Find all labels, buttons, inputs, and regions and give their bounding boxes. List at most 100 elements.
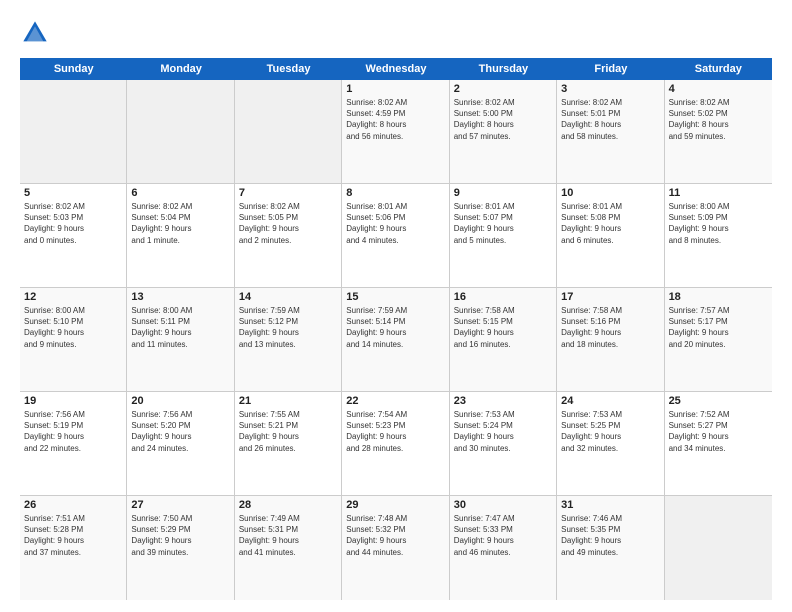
day-number: 28: [239, 499, 337, 511]
day-number: 10: [561, 187, 659, 199]
day-number: 24: [561, 395, 659, 407]
day-number: 11: [669, 187, 768, 199]
weekday-header-friday: Friday: [557, 58, 664, 80]
day-details: Sunrise: 7:56 AM Sunset: 5:20 PM Dayligh…: [131, 409, 229, 454]
day-details: Sunrise: 7:48 AM Sunset: 5:32 PM Dayligh…: [346, 513, 444, 558]
weekday-header-tuesday: Tuesday: [235, 58, 342, 80]
day-details: Sunrise: 8:01 AM Sunset: 5:08 PM Dayligh…: [561, 201, 659, 246]
day-cell-8: 8Sunrise: 8:01 AM Sunset: 5:06 PM Daylig…: [342, 184, 449, 287]
day-cell-25: 25Sunrise: 7:52 AM Sunset: 5:27 PM Dayli…: [665, 392, 772, 495]
day-details: Sunrise: 7:51 AM Sunset: 5:28 PM Dayligh…: [24, 513, 122, 558]
day-cell-22: 22Sunrise: 7:54 AM Sunset: 5:23 PM Dayli…: [342, 392, 449, 495]
empty-cell: [127, 80, 234, 183]
empty-cell: [235, 80, 342, 183]
day-number: 19: [24, 395, 122, 407]
day-cell-1: 1Sunrise: 8:02 AM Sunset: 4:59 PM Daylig…: [342, 80, 449, 183]
calendar-week-2: 5 Sunrise: 8:02 AM Sunset: 5:03 PM Daylig…: [20, 184, 772, 288]
day-cell-16: 16 Sunrise: 7:58 AM Sunset: 5:15 PM Dayli…: [450, 288, 557, 391]
day-details: Sunrise: 8:02 AM Sunset: 5:00 PM Dayligh…: [454, 97, 552, 142]
weekday-header-saturday: Saturday: [665, 58, 772, 80]
day-number: 18: [669, 291, 768, 303]
logo-icon: [20, 18, 50, 48]
empty-cell: [665, 496, 772, 600]
day-details: Sunrise: 7:57 AM Sunset: 5:17 PM Dayligh…: [669, 305, 768, 350]
day-details: Sunrise: 8:02 AM Sunset: 4:59 PM Dayligh…: [346, 97, 444, 142]
day-cell-18: 18 Sunrise: 7:57 AM Sunset: 5:17 PM Dayli…: [665, 288, 772, 391]
header: [20, 18, 772, 48]
day-details: Sunrise: 7:53 AM Sunset: 5:25 PM Dayligh…: [561, 409, 659, 454]
day-number: 31: [561, 499, 659, 511]
day-number: 25: [669, 395, 768, 407]
day-details: Sunrise: 8:00 AM Sunset: 5:10 PM Dayligh…: [24, 305, 122, 350]
calendar-week-1: 1Sunrise: 8:02 AM Sunset: 4:59 PM Daylig…: [20, 80, 772, 184]
day-number: 20: [131, 395, 229, 407]
day-cell-27: 27 Sunrise: 7:50 AM Sunset: 5:29 PM Dayli…: [127, 496, 234, 600]
day-number: 17: [561, 291, 659, 303]
day-cell-30: 30 Sunrise: 7:47 AM Sunset: 5:33 PM Dayli…: [450, 496, 557, 600]
day-details: Sunrise: 8:01 AM Sunset: 5:07 PM Dayligh…: [454, 201, 552, 246]
day-cell-29: 29 Sunrise: 7:48 AM Sunset: 5:32 PM Dayli…: [342, 496, 449, 600]
day-cell-6: 6 Sunrise: 8:02 AM Sunset: 5:04 PM Daylig…: [127, 184, 234, 287]
day-details: Sunrise: 7:50 AM Sunset: 5:29 PM Dayligh…: [131, 513, 229, 558]
day-cell-15: 15Sunrise: 7:59 AM Sunset: 5:14 PM Dayli…: [342, 288, 449, 391]
day-details: Sunrise: 7:59 AM Sunset: 5:12 PM Dayligh…: [239, 305, 337, 350]
day-number: 16: [454, 291, 552, 303]
day-cell-10: 10 Sunrise: 8:01 AM Sunset: 5:08 PM Dayli…: [557, 184, 664, 287]
day-number: 3: [561, 83, 659, 95]
day-number: 13: [131, 291, 229, 303]
day-cell-9: 9 Sunrise: 8:01 AM Sunset: 5:07 PM Daylig…: [450, 184, 557, 287]
day-cell-24: 24 Sunrise: 7:53 AM Sunset: 5:25 PM Dayli…: [557, 392, 664, 495]
day-cell-31: 31 Sunrise: 7:46 AM Sunset: 5:35 PM Dayli…: [557, 496, 664, 600]
day-details: Sunrise: 7:53 AM Sunset: 5:24 PM Dayligh…: [454, 409, 552, 454]
day-cell-7: 7 Sunrise: 8:02 AM Sunset: 5:05 PM Daylig…: [235, 184, 342, 287]
weekday-header-thursday: Thursday: [450, 58, 557, 80]
day-details: Sunrise: 8:00 AM Sunset: 5:09 PM Dayligh…: [669, 201, 768, 246]
day-number: 27: [131, 499, 229, 511]
logo: [20, 18, 54, 48]
day-cell-21: 21 Sunrise: 7:55 AM Sunset: 5:21 PM Dayli…: [235, 392, 342, 495]
day-number: 26: [24, 499, 122, 511]
empty-cell: [20, 80, 127, 183]
day-details: Sunrise: 7:59 AM Sunset: 5:14 PM Dayligh…: [346, 305, 444, 350]
day-number: 7: [239, 187, 337, 199]
day-details: Sunrise: 8:02 AM Sunset: 5:04 PM Dayligh…: [131, 201, 229, 246]
day-number: 8: [346, 187, 444, 199]
day-cell-13: 13 Sunrise: 8:00 AM Sunset: 5:11 PM Dayli…: [127, 288, 234, 391]
calendar-header: SundayMondayTuesdayWednesdayThursdayFrid…: [20, 58, 772, 80]
day-details: Sunrise: 8:00 AM Sunset: 5:11 PM Dayligh…: [131, 305, 229, 350]
day-number: 2: [454, 83, 552, 95]
day-cell-11: 11 Sunrise: 8:00 AM Sunset: 5:09 PM Dayli…: [665, 184, 772, 287]
day-number: 30: [454, 499, 552, 511]
day-details: Sunrise: 7:47 AM Sunset: 5:33 PM Dayligh…: [454, 513, 552, 558]
day-cell-5: 5 Sunrise: 8:02 AM Sunset: 5:03 PM Daylig…: [20, 184, 127, 287]
day-number: 4: [669, 83, 768, 95]
day-cell-26: 26 Sunrise: 7:51 AM Sunset: 5:28 PM Dayli…: [20, 496, 127, 600]
calendar-week-3: 12Sunrise: 8:00 AM Sunset: 5:10 PM Dayli…: [20, 288, 772, 392]
day-number: 6: [131, 187, 229, 199]
day-details: Sunrise: 7:46 AM Sunset: 5:35 PM Dayligh…: [561, 513, 659, 558]
day-cell-23: 23 Sunrise: 7:53 AM Sunset: 5:24 PM Dayli…: [450, 392, 557, 495]
day-details: Sunrise: 8:02 AM Sunset: 5:05 PM Dayligh…: [239, 201, 337, 246]
calendar: SundayMondayTuesdayWednesdayThursdayFrid…: [20, 58, 772, 600]
page: SundayMondayTuesdayWednesdayThursdayFrid…: [0, 0, 792, 612]
day-details: Sunrise: 8:02 AM Sunset: 5:01 PM Dayligh…: [561, 97, 659, 142]
day-number: 9: [454, 187, 552, 199]
day-cell-2: 2 Sunrise: 8:02 AM Sunset: 5:00 PM Daylig…: [450, 80, 557, 183]
day-details: Sunrise: 7:49 AM Sunset: 5:31 PM Dayligh…: [239, 513, 337, 558]
day-details: Sunrise: 8:02 AM Sunset: 5:03 PM Dayligh…: [24, 201, 122, 246]
calendar-week-5: 26 Sunrise: 7:51 AM Sunset: 5:28 PM Dayli…: [20, 496, 772, 600]
weekday-header-wednesday: Wednesday: [342, 58, 449, 80]
day-cell-17: 17Sunrise: 7:58 AM Sunset: 5:16 PM Dayli…: [557, 288, 664, 391]
day-number: 21: [239, 395, 337, 407]
day-details: Sunrise: 7:58 AM Sunset: 5:15 PM Dayligh…: [454, 305, 552, 350]
day-number: 5: [24, 187, 122, 199]
day-cell-14: 14 Sunrise: 7:59 AM Sunset: 5:12 PM Dayli…: [235, 288, 342, 391]
day-number: 23: [454, 395, 552, 407]
day-number: 29: [346, 499, 444, 511]
day-cell-19: 19Sunrise: 7:56 AM Sunset: 5:19 PM Dayli…: [20, 392, 127, 495]
day-number: 22: [346, 395, 444, 407]
day-details: Sunrise: 7:55 AM Sunset: 5:21 PM Dayligh…: [239, 409, 337, 454]
day-cell-4: 4Sunrise: 8:02 AM Sunset: 5:02 PM Daylig…: [665, 80, 772, 183]
day-cell-12: 12Sunrise: 8:00 AM Sunset: 5:10 PM Dayli…: [20, 288, 127, 391]
day-number: 14: [239, 291, 337, 303]
